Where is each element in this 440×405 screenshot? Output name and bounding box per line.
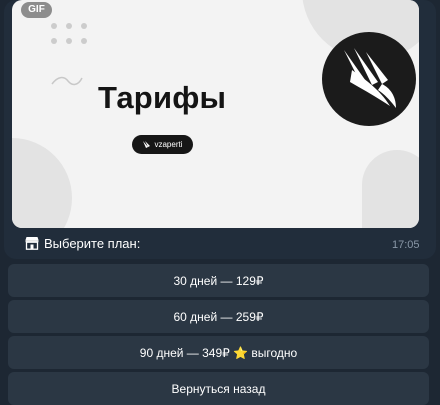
message-caption: Выберите план: (44, 236, 141, 251)
dot-grid-decoration (51, 23, 93, 47)
plan-30-days-button[interactable]: 30 дней — 129₽ (8, 264, 429, 297)
gif-badge: GIF (21, 2, 52, 18)
back-button[interactable]: Вернуться назад (8, 372, 429, 405)
decorative-circle-left (12, 138, 72, 228)
shop-icon (25, 237, 39, 250)
plan-90-days-button[interactable]: 90 дней — 349₽ ⭐ выгодно (8, 336, 429, 369)
message-bubble: GIF Тарифы vzaperti Выберите план: 17:05 (4, 0, 436, 259)
plan-60-days-button[interactable]: 60 дней — 259₽ (8, 300, 429, 333)
small-wing-icon (143, 141, 151, 148)
brand-pill: vzaperti (132, 135, 193, 154)
gif-media[interactable]: GIF Тарифы vzaperti (12, 0, 419, 228)
decorative-circle-right (362, 150, 419, 228)
wing-logo-icon (322, 32, 416, 126)
message-timestamp: 17:05 (392, 239, 420, 251)
brand-name: vzaperti (154, 140, 183, 149)
tariff-title: Тарифы (98, 80, 227, 115)
tilde-decoration (51, 76, 83, 86)
